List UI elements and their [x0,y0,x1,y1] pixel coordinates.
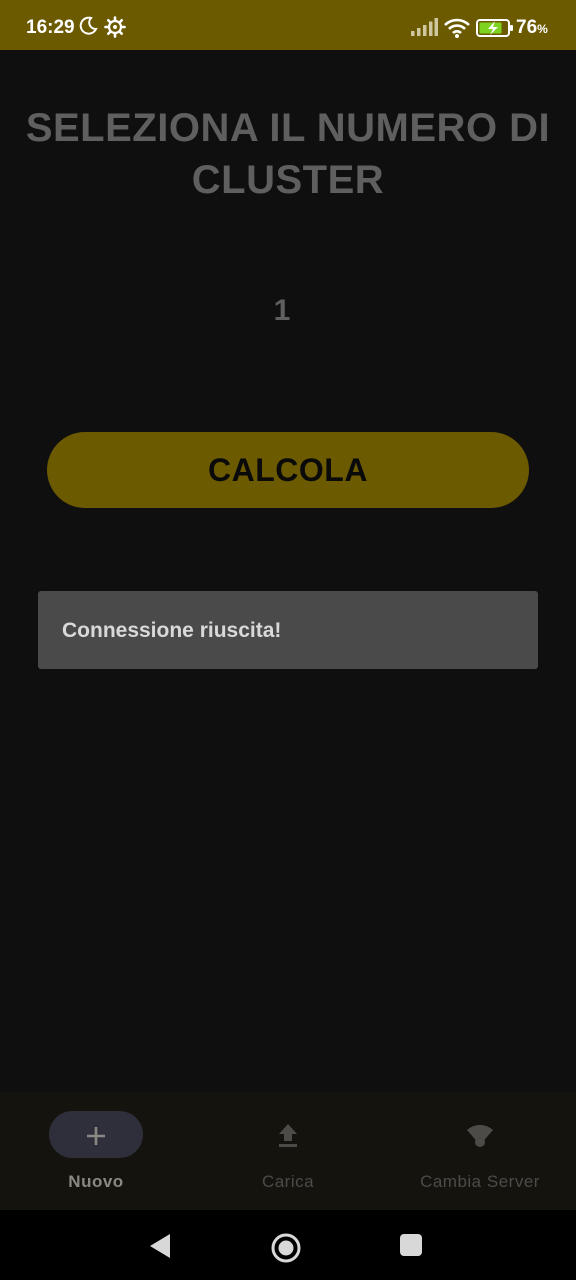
gear-icon [104,16,126,43]
plus-icon [81,1121,111,1151]
status-bar: 16:29 76% [0,0,576,50]
toast-message: Connessione riuscita! [38,591,538,669]
bottom-navigation: Nuovo Carica Cambia Server [0,1092,576,1210]
system-navigation-bar [0,1210,576,1280]
page-title-line2: CLUSTER [191,158,385,202]
moon-icon [78,16,98,41]
app-screen: 16:29 76% SELEZIONA IL NUMERO DI CLUSTER… [0,0,576,1280]
battery-charging-icon [476,18,514,43]
back-icon[interactable] [148,1232,172,1265]
home-icon[interactable] [270,1232,302,1269]
nav-label-cambia-server: Cambia Server [420,1172,540,1191]
page-title-line1: SELEZIONA IL NUMERO DI [25,106,551,150]
page-title: SELEZIONA IL NUMERO DI CLUSTER [0,102,576,206]
wifi-server-icon [465,1121,495,1151]
wifi-icon [444,18,470,43]
signal-icon [410,18,438,41]
status-time: 16:29 [26,17,75,38]
nav-item-nuovo[interactable]: Nuovo [0,1092,192,1210]
nav-label-carica: Carica [261,1172,315,1191]
nav-label-nuovo: Nuovo [68,1172,124,1191]
nav-item-carica[interactable]: Carica [192,1092,384,1210]
nav-item-cambia-server[interactable]: Cambia Server [384,1092,576,1210]
battery-percent: 76% [516,17,548,38]
cluster-number-picker[interactable]: 1 [262,294,302,328]
recent-apps-icon[interactable] [399,1232,423,1263]
calcola-button[interactable]: CALCOLA [47,432,529,508]
upload-icon [273,1121,303,1151]
